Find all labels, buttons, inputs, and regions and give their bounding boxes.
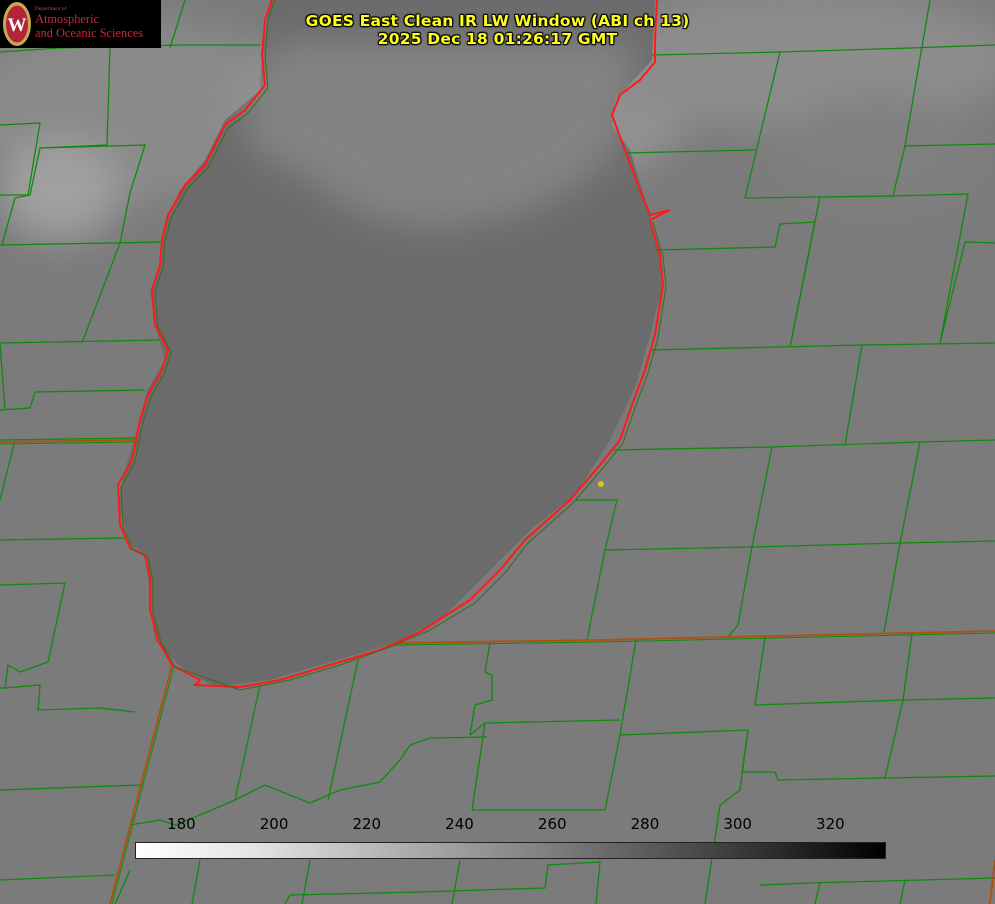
colorbar [135,842,886,859]
colorbar-tick-label: 200 [259,815,289,833]
colorbar-tick-label: 220 [352,815,382,833]
image-title: GOES East Clean IR LW Window (ABI ch 13) [305,12,690,30]
colorbar-tick-label: 320 [816,815,845,833]
image-timestamp: 2025 Dec 18 01:26:17 GMT [377,30,618,48]
station-marker [598,481,604,487]
colorbar-tick-label: 180 [167,815,196,833]
colorbar-tick-label: 260 [537,815,567,833]
colorbar-tick-label: 240 [445,815,474,833]
satellite-map [0,0,995,904]
colorbar-tick-label: 300 [723,815,752,833]
colorbar-tick-label: 280 [630,815,660,833]
